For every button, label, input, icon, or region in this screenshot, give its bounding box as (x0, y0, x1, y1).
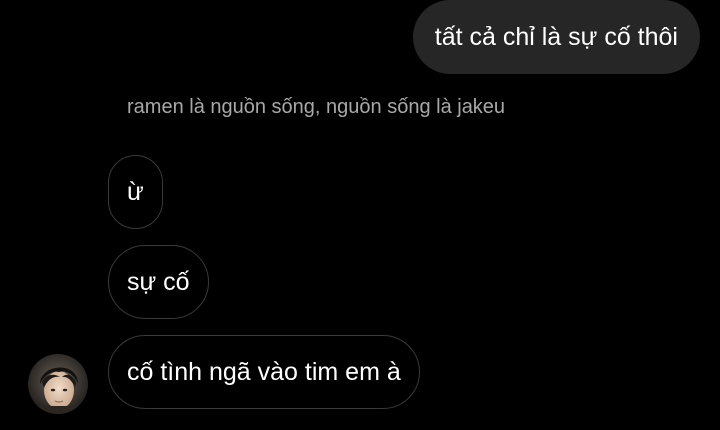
sender-label: ramen là nguồn sống, nguồn sống là jakeu (127, 96, 506, 118)
incoming-message-bubble[interactable]: cố tình ngã vào tim em à (108, 335, 420, 409)
incoming-message-bubble[interactable]: ừ (108, 155, 163, 229)
incoming-message-text: ừ (127, 177, 144, 206)
profile-photo-avatar-icon (28, 354, 88, 414)
incoming-message-text: sự cố (127, 267, 190, 296)
incoming-message-text: cố tình ngã vào tim em à (127, 357, 401, 386)
outgoing-message-text: tất cả chỉ là sự cố thôi (434, 22, 678, 51)
outgoing-message-bubble[interactable]: tất cả chỉ là sự cố thôi (412, 0, 700, 74)
incoming-message-bubble[interactable]: sự cố (108, 245, 209, 319)
chat-thread: tất cả chỉ là sự cố thôi ramen là nguồn … (0, 0, 720, 430)
sender-avatar[interactable] (28, 354, 88, 414)
